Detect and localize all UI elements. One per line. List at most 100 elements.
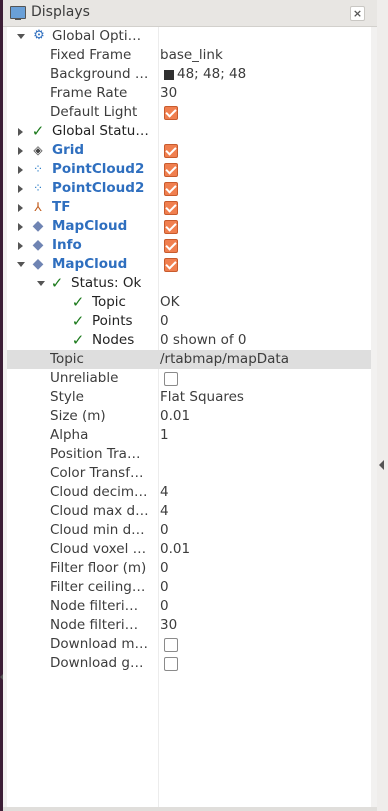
- expand-arrow-icon[interactable]: [18, 147, 23, 155]
- property-row[interactable]: Cloud min d… 0: [7, 521, 371, 540]
- display-enabled-checkbox[interactable]: [164, 220, 178, 234]
- property-value[interactable]: 4: [160, 503, 169, 520]
- tree-row-display[interactable]: ◆ MapCloud: [7, 217, 371, 236]
- display-enabled-checkbox[interactable]: [164, 144, 178, 158]
- property-row[interactable]: Position Tra…: [7, 445, 371, 464]
- tree-row-display[interactable]: ⅄ TF: [7, 198, 371, 217]
- expand-arrow-icon[interactable]: [18, 185, 23, 193]
- property-row[interactable]: Color Transf…: [7, 464, 371, 483]
- tree-row-display[interactable]: ◈ Grid: [7, 141, 371, 160]
- fixed-frame-label: Fixed Frame: [50, 47, 132, 63]
- property-value[interactable]: 0: [160, 598, 169, 615]
- property-label: Node filteri…: [50, 617, 139, 633]
- tree-row-global-options[interactable]: ⚙ Global Opti…: [7, 27, 371, 46]
- property-label: Size (m): [50, 408, 106, 424]
- property-row[interactable]: Unreliable: [7, 369, 371, 388]
- global-status-label: Global Statu…: [52, 123, 149, 139]
- expand-arrow-icon[interactable]: [18, 128, 23, 136]
- property-row[interactable]: Cloud voxel … 0.01: [7, 540, 371, 559]
- expand-arrow-icon[interactable]: [18, 204, 23, 212]
- property-label: Download g…: [50, 655, 144, 671]
- tree-row-status[interactable]: ✓ Status: Ok: [7, 274, 371, 293]
- status-label: Status: Ok: [71, 275, 142, 291]
- property-row[interactable]: Style Flat Squares: [7, 388, 371, 407]
- property-value[interactable]: 0: [160, 579, 169, 596]
- fixed-frame-value[interactable]: base_link: [160, 47, 223, 64]
- gear-icon: ⚙: [33, 28, 45, 43]
- property-value[interactable]: 0.01: [160, 408, 190, 425]
- property-row[interactable]: Cloud decim… 4: [7, 483, 371, 502]
- property-row[interactable]: Filter ceiling… 0: [7, 578, 371, 597]
- display-label: TF: [52, 199, 71, 215]
- display-enabled-checkbox[interactable]: [164, 201, 178, 215]
- property-row[interactable]: Download m…: [7, 635, 371, 654]
- property-row[interactable]: Node filteri… 30: [7, 616, 371, 635]
- property-row[interactable]: Filter floor (m) 0: [7, 559, 371, 578]
- property-label: Color Transf…: [50, 465, 144, 481]
- status-item-value: OK: [160, 294, 180, 310]
- display-enabled-checkbox[interactable]: [164, 258, 178, 272]
- property-row-default-light[interactable]: Default Light: [7, 103, 371, 122]
- tree-row-display[interactable]: ⁘ PointCloud2: [7, 179, 371, 198]
- property-value[interactable]: 4: [160, 484, 169, 501]
- tree-row-display-expanded[interactable]: ◆ MapCloud: [7, 255, 371, 274]
- property-value[interactable]: /rtabmap/mapData: [160, 351, 289, 368]
- tree-row-global-status[interactable]: ✓ Global Statu…: [7, 122, 371, 141]
- property-label: Cloud min d…: [50, 522, 145, 538]
- display-enabled-checkbox[interactable]: [164, 163, 178, 177]
- property-row[interactable]: Node filteri… 0: [7, 597, 371, 616]
- check-icon: ✓: [71, 331, 85, 349]
- property-value[interactable]: 30: [160, 617, 177, 634]
- expand-arrow-icon[interactable]: [18, 242, 23, 250]
- pointcloud-icon: ⁘: [32, 162, 44, 176]
- display-label: MapCloud: [52, 218, 128, 234]
- status-item-row[interactable]: ✓ Topic OK: [7, 293, 371, 312]
- property-value[interactable]: 0: [160, 522, 169, 539]
- monitor-icon: [10, 6, 26, 20]
- property-row[interactable]: Download g…: [7, 654, 371, 673]
- status-item-label: Points: [92, 313, 133, 329]
- tree-row-display[interactable]: ⁘ PointCloud2: [7, 160, 371, 179]
- download-maps-checkbox[interactable]: [164, 638, 178, 652]
- property-label: Alpha: [50, 427, 89, 443]
- frame-rate-value[interactable]: 30: [160, 85, 177, 102]
- unreliable-checkbox[interactable]: [164, 372, 178, 386]
- close-panel-button[interactable]: ×: [350, 6, 365, 21]
- expand-arrow-icon[interactable]: [18, 223, 23, 231]
- property-value[interactable]: 0: [160, 560, 169, 577]
- collapse-arrow-icon[interactable]: [37, 281, 45, 286]
- property-row-frame-rate[interactable]: Frame Rate 30: [7, 84, 371, 103]
- property-row[interactable]: Cloud max d… 4: [7, 502, 371, 521]
- property-value[interactable]: Flat Squares: [160, 389, 244, 406]
- collapse-arrow-icon[interactable]: [17, 262, 25, 267]
- property-row[interactable]: Size (m) 0.01: [7, 407, 371, 426]
- grid-icon: ◈: [33, 143, 43, 157]
- display-enabled-checkbox[interactable]: [164, 182, 178, 196]
- display-tree[interactable]: ⚙ Global Opti… Fixed Frame base_link Bac…: [7, 27, 371, 807]
- background-color-swatch[interactable]: [164, 70, 174, 80]
- property-label: Position Tra…: [50, 446, 141, 462]
- status-item-row[interactable]: ✓ Points 0: [7, 312, 371, 331]
- property-value[interactable]: 0.01: [160, 541, 190, 558]
- property-label: Cloud decim…: [50, 484, 148, 500]
- property-row-background[interactable]: Background … 48; 48; 48: [7, 65, 371, 84]
- property-value[interactable]: 1: [160, 427, 169, 444]
- background-label: Background …: [50, 66, 149, 82]
- property-label: Filter floor (m): [50, 560, 147, 576]
- property-label: Unreliable: [50, 370, 119, 386]
- property-row-topic[interactable]: Topic /rtabmap/mapData: [7, 350, 371, 369]
- expand-arrow-icon[interactable]: [17, 34, 25, 39]
- expand-arrow-icon[interactable]: [18, 166, 23, 174]
- property-row[interactable]: Alpha 1: [7, 426, 371, 445]
- property-row-fixed-frame[interactable]: Fixed Frame base_link: [7, 46, 371, 65]
- check-icon: ✓: [50, 274, 64, 292]
- status-item-row[interactable]: ✓ Nodes 0 shown of 0: [7, 331, 371, 350]
- background-value[interactable]: 48; 48; 48: [177, 66, 246, 83]
- download-graph-checkbox[interactable]: [164, 657, 178, 671]
- expand-right-arrow-icon[interactable]: [379, 460, 384, 470]
- tree-row-display[interactable]: ◆ Info: [7, 236, 371, 255]
- mapcloud-icon: ◆: [32, 218, 44, 234]
- default-light-checkbox[interactable]: [164, 106, 178, 120]
- right-panel-edge: [377, 0, 388, 811]
- display-enabled-checkbox[interactable]: [164, 239, 178, 253]
